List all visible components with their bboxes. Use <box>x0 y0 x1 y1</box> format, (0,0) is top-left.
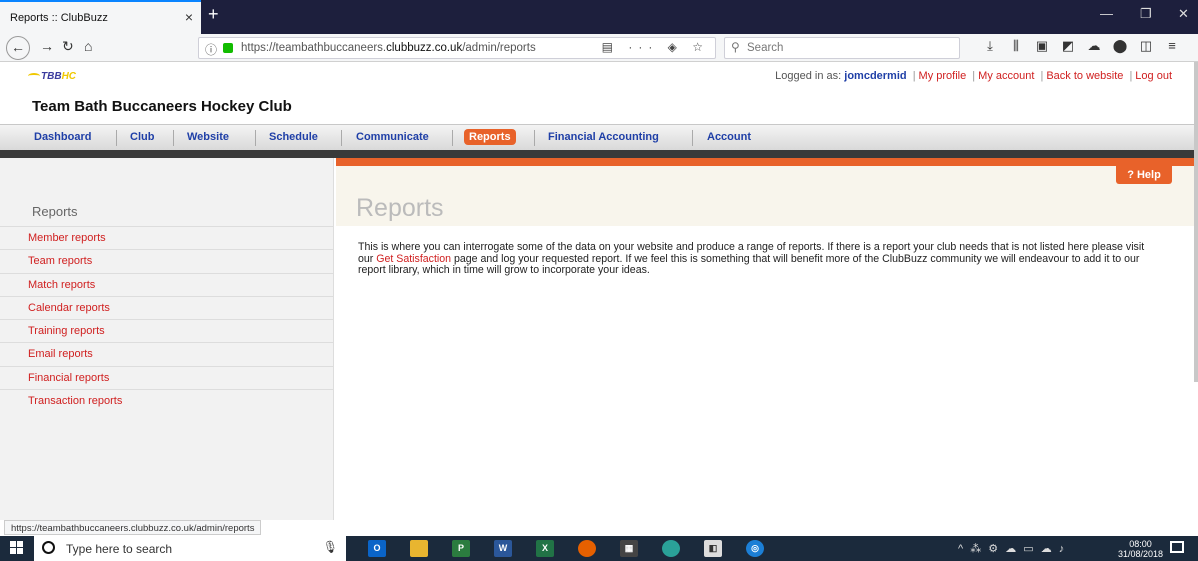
club-name: Team Bath Buccaneers Hockey Club <box>32 98 292 115</box>
notifications-icon[interactable] <box>1170 541 1184 553</box>
title-band <box>336 166 1196 226</box>
minimize-icon[interactable]: — <box>1100 6 1113 21</box>
calculator-icon[interactable]: ▦ <box>620 540 638 557</box>
app-icon[interactable] <box>662 540 680 557</box>
menu-icon[interactable]: ≡ <box>1162 38 1182 54</box>
screenshot-icon[interactable]: ▣ <box>1032 38 1052 54</box>
sidebar-item-match-reports[interactable]: Match reports <box>0 272 334 296</box>
word-icon[interactable]: W <box>494 540 512 557</box>
back-arrow-icon[interactable]: ← <box>6 36 30 60</box>
page-actions-icon[interactable]: ▤ ··· ◈ ☆ <box>602 40 709 54</box>
menu-reports[interactable]: Reports <box>464 129 516 145</box>
window-icon[interactable]: ◧ <box>704 540 722 557</box>
microphone-icon[interactable]: 🎙 <box>323 540 338 554</box>
reload-icon[interactable]: ↻ <box>62 38 74 55</box>
my-account-link[interactable]: My account <box>978 70 1034 82</box>
help-button[interactable]: ? Help <box>1116 166 1172 184</box>
clock-time: 08:00 <box>1129 539 1152 549</box>
sidebar-item-calendar-reports[interactable]: Calendar reports <box>0 295 334 319</box>
sidebar-item-training-reports[interactable]: Training reports <box>0 319 334 342</box>
restore-icon[interactable]: ❐ <box>1140 6 1152 22</box>
cloud-icon[interactable]: ☁ <box>1084 38 1104 54</box>
new-tab-button[interactable]: + <box>208 4 219 25</box>
clock-date: 31/08/2018 <box>1118 549 1164 559</box>
sidebar-title: Reports <box>32 204 78 219</box>
firefox-icon[interactable] <box>578 540 596 557</box>
taskbar-search-placeholder: Type here to search <box>66 542 173 556</box>
browser-navbar: ← → ↻ ⌂ ⓘ https://teambathbuccaneers.clu… <box>0 34 1198 62</box>
sidebar-item-financial-reports[interactable]: Financial reports <box>0 365 334 389</box>
browser-tab[interactable]: Reports :: ClubBuzz × <box>0 0 201 34</box>
scrollbar[interactable] <box>1194 62 1198 382</box>
back-to-website-link[interactable]: Back to website <box>1046 70 1123 82</box>
club-logo[interactable]: TBBHC <box>28 71 76 82</box>
home-icon[interactable]: ⌂ <box>84 38 92 54</box>
sidebar-item-team-reports[interactable]: Team reports <box>0 249 334 272</box>
logo-swoosh-icon <box>28 73 40 79</box>
sidebar: Reports Member reports Team reports Matc… <box>0 158 334 520</box>
system-tray[interactable]: ^ ⁂ ⚙ ☁ ▭ ☁ ♪ <box>958 542 1066 555</box>
menu-communicate[interactable]: Communicate <box>356 131 429 143</box>
menu-divider <box>0 150 1198 158</box>
menu-dashboard[interactable]: Dashboard <box>34 131 91 143</box>
sidebar-item-email-reports[interactable]: Email reports <box>0 342 334 365</box>
sidebar-list: Member reports Team reports Match report… <box>0 226 334 412</box>
my-profile-link[interactable]: My profile <box>919 70 967 82</box>
menu-club[interactable]: Club <box>130 131 154 143</box>
status-url: https://teambathbuccaneers.clubbuzz.co.u… <box>4 520 262 535</box>
lock-icon <box>223 43 233 53</box>
page-title: Reports <box>356 194 444 222</box>
main-menu: Dashboard Club Website Schedule Communic… <box>0 124 1198 150</box>
sidebar-item-member-reports[interactable]: Member reports <box>0 226 334 249</box>
search-icon: ⚲ <box>731 40 740 54</box>
url-text[interactable]: https://teambathbuccaneers.clubbuzz.co.u… <box>241 42 536 54</box>
windows-start-icon[interactable] <box>10 541 24 555</box>
sidebar-icon[interactable]: ◫ <box>1136 38 1156 54</box>
cortana-icon <box>42 541 55 554</box>
forward-arrow-icon[interactable]: → <box>40 38 54 54</box>
project-icon[interactable]: P <box>452 540 470 557</box>
username-link[interactable]: jomcdermid <box>844 70 906 82</box>
info-icon[interactable]: ⓘ <box>205 41 217 58</box>
windows-taskbar: Type here to search 🎙 O P W X ▦ ◧ ◎ ^ ⁂ … <box>0 536 1198 561</box>
address-bar[interactable]: ⓘ https://teambathbuccaneers.clubbuzz.co… <box>198 37 716 59</box>
remote-icon[interactable]: ◎ <box>746 540 764 557</box>
search-placeholder: Search <box>747 42 784 54</box>
tab-title: Reports :: ClubBuzz <box>10 12 108 24</box>
toolbar-icons: ⤓ ⫼ ▣ ◩ ☁ ⬤ ◫ ≡ <box>980 38 1188 54</box>
extension-icon[interactable]: ◩ <box>1058 38 1078 54</box>
file-explorer-icon[interactable] <box>410 540 428 557</box>
menu-account[interactable]: Account <box>707 131 751 143</box>
user-links: Logged in as: jomcdermid | My profile | My… <box>775 70 1172 82</box>
menu-website[interactable]: Website <box>187 131 229 143</box>
excel-icon[interactable]: X <box>536 540 554 557</box>
site-header: TBBHC Team Bath Buccaneers Hockey Club L… <box>0 62 1198 124</box>
menu-schedule[interactable]: Schedule <box>269 131 318 143</box>
downloads-icon[interactable]: ⤓ <box>980 38 1000 54</box>
log-out-link[interactable]: Log out <box>1135 70 1172 82</box>
library-icon[interactable]: ⫼ <box>1006 38 1026 54</box>
content-top-bar <box>336 158 1198 166</box>
taskbar-search-input[interactable]: Type here to search 🎙 <box>34 536 346 561</box>
close-window-icon[interactable]: ✕ <box>1178 6 1189 22</box>
get-satisfaction-link[interactable]: Get Satisfaction <box>376 253 451 265</box>
outlook-icon[interactable]: O <box>368 540 386 557</box>
browser-tab-strip: Reports :: ClubBuzz × + — ❐ ✕ <box>0 0 1198 34</box>
menu-financial-accounting[interactable]: Financial Accounting <box>548 131 659 143</box>
browser-search-input[interactable]: ⚲ Search <box>724 37 960 59</box>
intro-text: This is where you can interrogate some o… <box>358 241 1145 276</box>
tab-close-icon[interactable]: × <box>185 9 193 25</box>
clock[interactable]: 08:00 31/08/2018 <box>1118 539 1163 559</box>
logged-in-label: Logged in as: <box>775 70 842 82</box>
sidebar-item-transaction-reports[interactable]: Transaction reports <box>0 389 334 412</box>
adblock-icon[interactable]: ⬤ <box>1110 38 1130 54</box>
